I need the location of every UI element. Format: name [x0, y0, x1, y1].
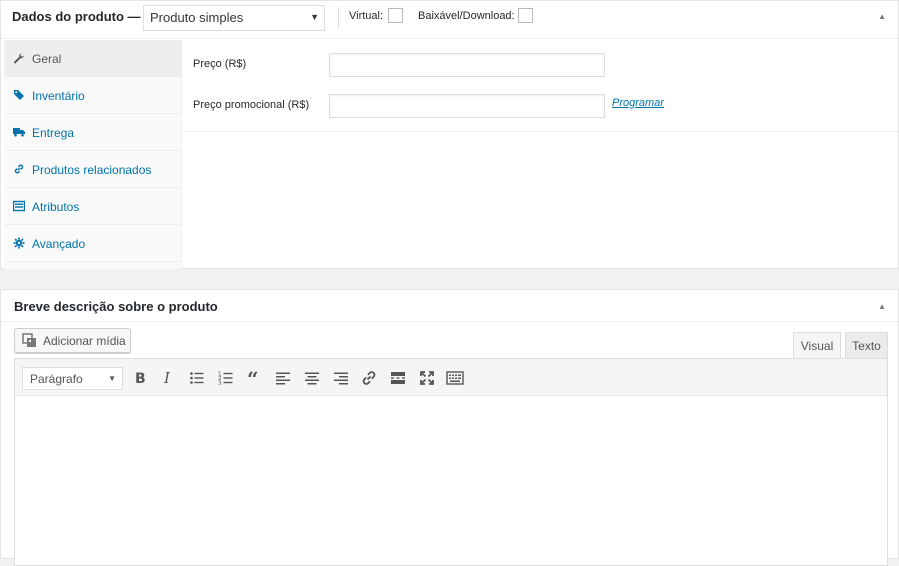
kitchen-sink-icon[interactable]	[446, 369, 464, 387]
tab-general[interactable]: Geral	[4, 40, 181, 77]
tab-shipping[interactable]: Entrega	[4, 114, 181, 151]
align-center-icon[interactable]	[303, 369, 321, 387]
short-description-editor[interactable]	[14, 396, 888, 566]
download-label: Baixável/Download:	[418, 10, 515, 22]
chevron-down-icon: ▼	[310, 12, 319, 22]
product-data-title: Dados do produto —	[12, 9, 141, 24]
price-label: Preço (R$)	[193, 58, 247, 70]
tab-text[interactable]: Texto	[845, 332, 888, 359]
short-description-panel: Breve descrição sobre o produto ▲ Adicio…	[0, 289, 899, 566]
tab-label: Geral	[32, 52, 62, 66]
numbered-list-icon[interactable]: 123	[217, 369, 235, 387]
virtual-checkbox[interactable]	[388, 8, 403, 23]
tab-label: Produtos relacionados	[32, 163, 152, 177]
divider	[338, 7, 339, 29]
tab-label: Atributos	[32, 200, 80, 214]
product-type-value: Produto simples	[150, 10, 244, 25]
add-media-button[interactable]: Adicionar mídia	[14, 328, 131, 353]
schedule-link[interactable]: Programar	[612, 97, 664, 109]
triangle-up-icon[interactable]: ▲	[878, 302, 886, 311]
link-icon[interactable]	[360, 369, 378, 387]
gear-icon	[13, 237, 25, 249]
chevron-down-icon: ▼	[108, 374, 116, 383]
price-input[interactable]	[329, 53, 605, 77]
svg-text:“: “	[247, 369, 259, 387]
format-select-value: Parágrafo	[30, 372, 83, 386]
virtual-label: Virtual:	[349, 10, 384, 22]
truck-icon	[13, 128, 25, 137]
format-select[interactable]: Parágrafo ▼	[22, 367, 123, 390]
list-icon	[13, 200, 25, 212]
tag-icon	[14, 90, 24, 100]
link-icon	[14, 164, 24, 174]
sale-price-input[interactable]	[329, 94, 605, 118]
product-type-select[interactable]: Produto simples ▼	[143, 5, 325, 31]
wrench-icon	[14, 53, 25, 64]
read-more-icon[interactable]	[389, 369, 407, 387]
add-media-label: Adicionar mídia	[43, 334, 126, 348]
tab-attributes[interactable]: Atributos	[4, 188, 181, 225]
add-media-icon	[22, 333, 36, 347]
svg-text:I: I	[163, 369, 171, 387]
short-description-title: Breve descrição sobre o produto	[14, 299, 218, 314]
product-data-panel: Dados do produto — Produto simples ▼ Vir…	[0, 0, 899, 269]
product-data-tabs: Geral Inventário Entrega Produtos relaci…	[4, 40, 182, 269]
bullet-list-icon[interactable]	[188, 369, 206, 387]
tab-inventory[interactable]: Inventário	[4, 77, 181, 114]
svg-text:B: B	[135, 371, 146, 387]
tab-label: Avançado	[32, 237, 86, 251]
svg-text:3: 3	[218, 381, 222, 387]
align-right-icon[interactable]	[332, 369, 350, 387]
tab-label: Entrega	[32, 126, 75, 140]
italic-icon[interactable]: I	[159, 369, 177, 387]
fullscreen-icon[interactable]	[418, 369, 436, 387]
short-description-header: Breve descrição sobre o produto ▲	[1, 290, 898, 322]
blockquote-icon[interactable]: “	[245, 369, 263, 387]
editor-toolbar: Parágrafo ▼ B I 123 “	[14, 358, 888, 396]
general-panel: Preço (R$) Preço promocional (R$) Progra…	[183, 40, 898, 132]
tab-label: Inventário	[32, 89, 85, 103]
download-checkbox[interactable]	[518, 8, 533, 23]
triangle-up-icon[interactable]: ▲	[878, 12, 886, 21]
tab-linked-products[interactable]: Produtos relacionados	[4, 151, 181, 188]
product-data-header: Dados do produto — Produto simples ▼ Vir…	[1, 1, 898, 39]
bold-icon[interactable]: B	[131, 369, 149, 387]
tab-visual[interactable]: Visual	[793, 332, 841, 359]
align-left-icon[interactable]	[274, 369, 292, 387]
sale-price-label: Preço promocional (R$)	[193, 99, 310, 111]
tab-advanced[interactable]: Avançado	[4, 225, 181, 262]
